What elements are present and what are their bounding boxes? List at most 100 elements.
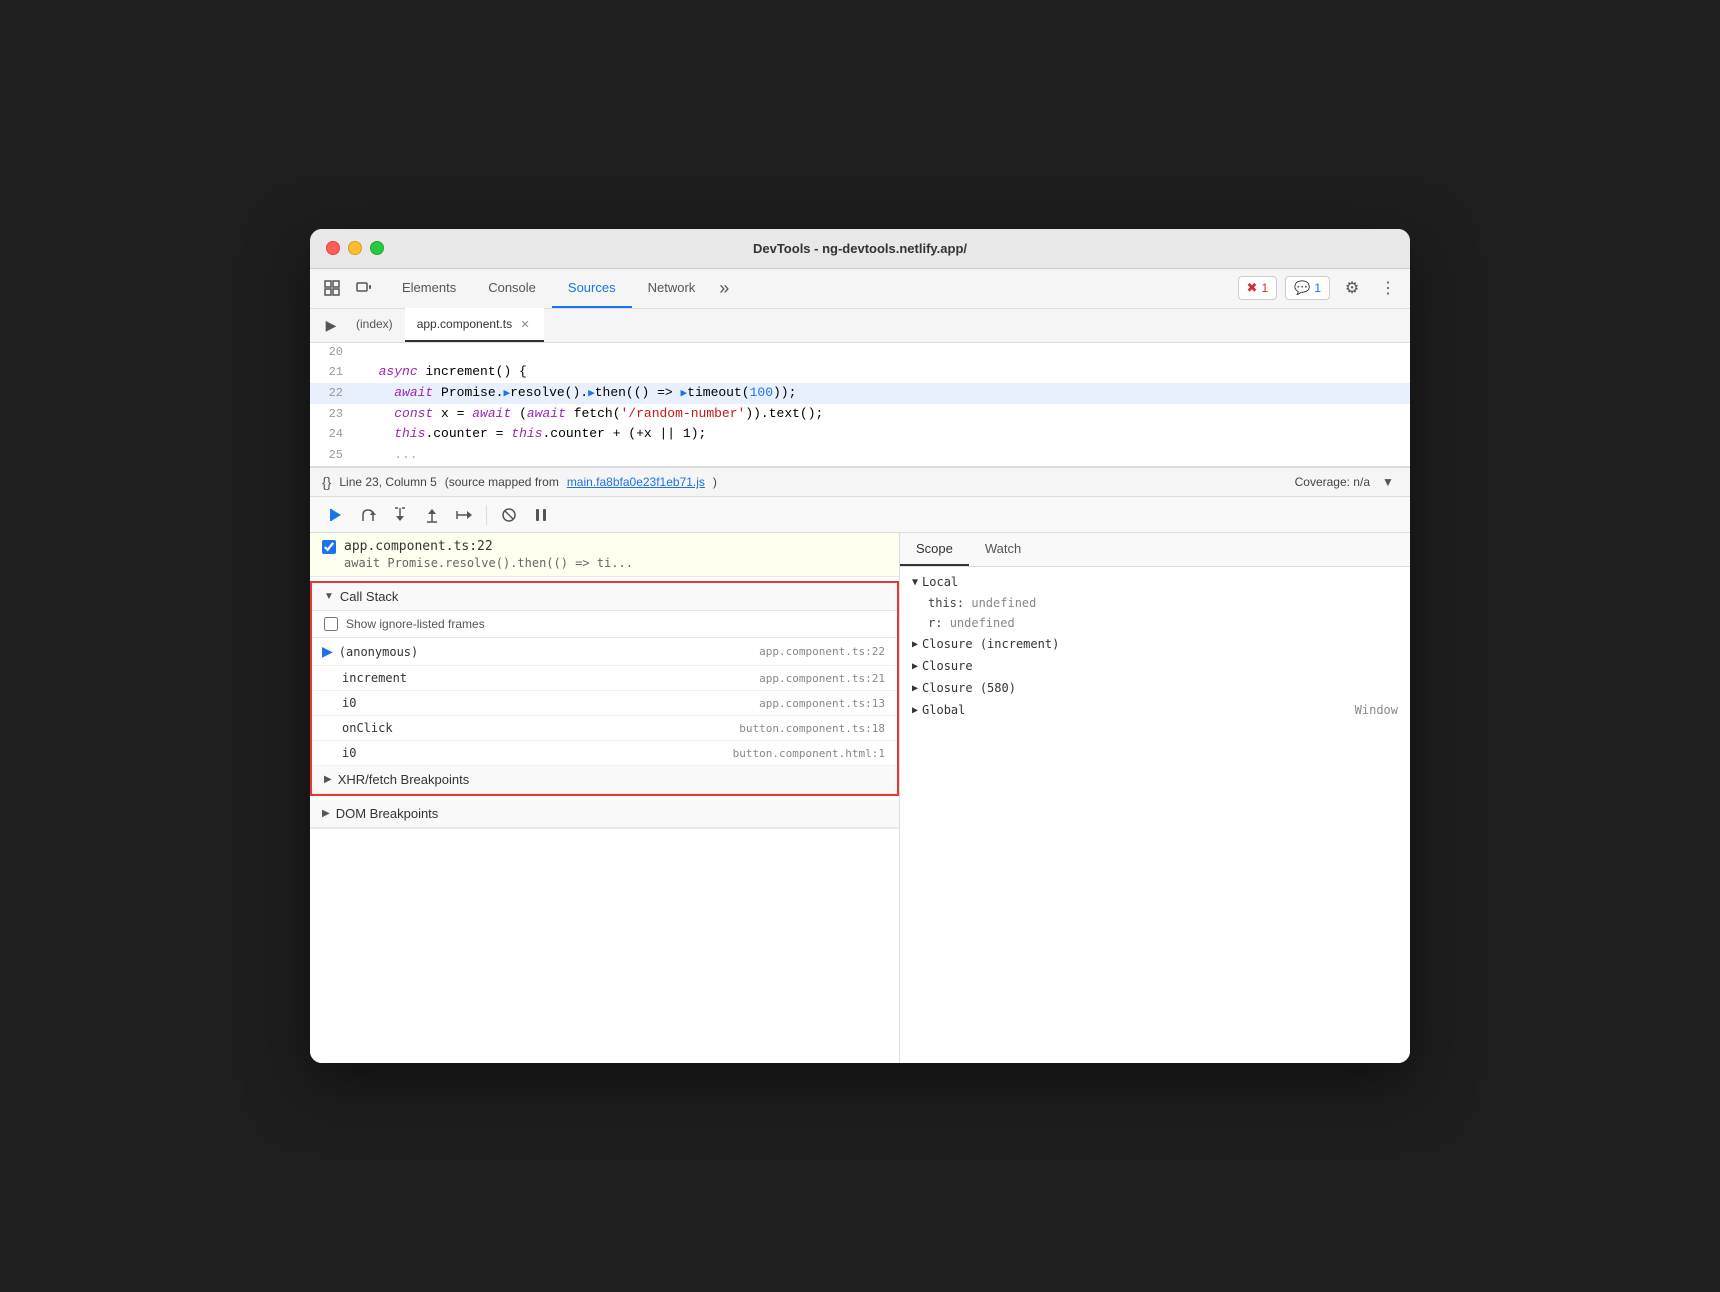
inspector-icon[interactable]	[318, 274, 346, 302]
step-button[interactable]	[450, 501, 478, 529]
tab-watch[interactable]: Watch	[969, 533, 1037, 566]
tab-console[interactable]: Console	[472, 268, 552, 308]
source-map-prefix: (source mapped from	[445, 475, 559, 489]
tab-network[interactable]: Network	[632, 268, 712, 308]
deactivate-breakpoints-button[interactable]	[495, 501, 523, 529]
triangle-icon: ▼	[324, 591, 334, 602]
tab-elements[interactable]: Elements	[386, 268, 472, 308]
call-stack-item-anonymous[interactable]: ▶ (anonymous) app.component.ts:22	[312, 638, 897, 666]
local-triangle-icon: ▼	[912, 577, 918, 588]
active-arrow-icon: ▶	[322, 643, 333, 660]
close-tab-button[interactable]: ✕	[518, 317, 532, 331]
scope-item-r: r: undefined	[900, 613, 1410, 633]
call-stack-item-increment[interactable]: increment app.component.ts:21	[312, 666, 897, 691]
breakpoint-checkbox[interactable]	[322, 540, 336, 554]
coverage-text: Coverage: n/a	[1295, 475, 1370, 489]
local-label: Local	[922, 575, 958, 589]
window-title: DevTools - ng-devtools.netlify.app/	[753, 241, 967, 256]
error-count: 1	[1261, 281, 1268, 295]
traffic-lights	[326, 241, 384, 255]
local-scope-header[interactable]: ▼ Local	[900, 571, 1410, 593]
source-map-link[interactable]: main.fa8bfa0e23f1eb71.js	[567, 475, 705, 489]
tab-sources[interactable]: Sources	[552, 268, 632, 308]
breakpoint-code: await Promise.resolve().then(() => ti...	[344, 556, 887, 570]
settings-button[interactable]: ⚙	[1338, 274, 1366, 302]
source-map-suffix: )	[713, 475, 717, 489]
closure-label: Closure	[922, 659, 973, 673]
status-bar: {} Line 23, Column 5 (source mapped from…	[310, 467, 1410, 497]
closure-increment-header[interactable]: ▶ Closure (increment)	[900, 633, 1410, 655]
breakpoint-item: app.component.ts:22 await Promise.resolv…	[310, 533, 899, 577]
bottom-panel: app.component.ts:22 await Promise.resolv…	[310, 533, 1410, 1063]
dom-breakpoints-section: ▶ DOM Breakpoints	[310, 800, 899, 829]
status-right: Coverage: n/a ▼	[1295, 472, 1398, 492]
minimize-button[interactable]	[348, 241, 362, 255]
tabs-right-actions: ✖ 1 💬 1 ⚙ ⋮	[1238, 274, 1402, 302]
scope-content: ▼ Local this: undefined r: undefined	[900, 567, 1410, 1063]
more-tabs-button[interactable]: »	[711, 278, 737, 299]
chat-icon: 💬	[1294, 280, 1310, 296]
error-icon: ✖	[1247, 280, 1258, 296]
status-dropdown[interactable]: ▼	[1378, 472, 1398, 492]
step-out-button[interactable]	[418, 501, 446, 529]
code-editor[interactable]: 20 21 async increment() { 22 await Promi…	[310, 343, 1410, 467]
dom-triangle-icon: ▶	[322, 808, 330, 819]
call-stack-item-i0-2[interactable]: i0 button.component.html:1	[312, 741, 897, 766]
separator-1	[486, 505, 487, 525]
close-button[interactable]	[326, 241, 340, 255]
closure-580-header[interactable]: ▶ Closure (580)	[900, 677, 1410, 699]
closure-triangle-3: ▶	[912, 683, 918, 694]
step-over-button[interactable]	[354, 501, 382, 529]
left-panel: app.component.ts:22 await Promise.resolv…	[310, 533, 900, 1063]
closure-header[interactable]: ▶ Closure	[900, 655, 1410, 677]
global-label: Global	[922, 703, 965, 717]
navigator-toggle[interactable]: ▶	[318, 312, 344, 338]
code-line-23: 23 const x = await (await fetch('/random…	[310, 404, 1410, 425]
xhr-breakpoints-label: XHR/fetch Breakpoints	[338, 772, 470, 787]
more-options-button[interactable]: ⋮	[1374, 274, 1402, 302]
closure-increment-label: Closure (increment)	[922, 637, 1059, 651]
file-tab-index[interactable]: (index)	[344, 308, 405, 342]
device-icon[interactable]	[350, 274, 378, 302]
scope-item-this: this: undefined	[900, 593, 1410, 613]
breakpoint-title: app.component.ts:22	[344, 539, 493, 554]
step-into-button[interactable]	[386, 501, 414, 529]
closure-triangle-2: ▶	[912, 661, 918, 672]
ignore-frames-row: Show ignore-listed frames	[312, 611, 897, 638]
dom-breakpoints-header[interactable]: ▶ DOM Breakpoints	[310, 800, 899, 828]
closure-triangle-1: ▶	[912, 639, 918, 650]
call-stack-item-onclick[interactable]: onClick button.component.ts:18	[312, 716, 897, 741]
global-scope-header[interactable]: ▶ Global Window	[900, 699, 1410, 721]
call-stack-header[interactable]: ▼ Call Stack	[312, 583, 897, 611]
scope-tabs: Scope Watch	[900, 533, 1410, 567]
debug-toolbar	[310, 497, 1410, 533]
call-stack-item-i0-1[interactable]: i0 app.component.ts:13	[312, 691, 897, 716]
xhr-breakpoints-header[interactable]: ▶ XHR/fetch Breakpoints	[312, 766, 897, 794]
main-tabs-bar: Elements Console Sources Network » ✖ 1 💬…	[310, 269, 1410, 309]
global-triangle-icon: ▶	[912, 705, 918, 716]
tab-scope[interactable]: Scope	[900, 533, 969, 566]
code-line-22: 22 await Promise.▶resolve().▶then(() => …	[310, 383, 1410, 404]
ignore-frames-checkbox[interactable]	[324, 617, 338, 631]
info-count: 1	[1314, 281, 1321, 295]
file-tab-component[interactable]: app.component.ts ✕	[405, 308, 544, 342]
pause-on-exceptions-button[interactable]	[527, 501, 555, 529]
maximize-button[interactable]	[370, 241, 384, 255]
ignore-frames-label: Show ignore-listed frames	[346, 617, 485, 631]
collapsed-triangle-icon: ▶	[324, 774, 332, 785]
right-panel: Scope Watch ▼ Local this:	[900, 533, 1410, 1063]
dom-breakpoints-label: DOM Breakpoints	[336, 806, 439, 821]
error-badge-button[interactable]: ✖ 1	[1238, 276, 1278, 300]
info-badge-button[interactable]: 💬 1	[1285, 276, 1330, 300]
resume-button[interactable]	[322, 501, 350, 529]
highlighted-section: ▼ Call Stack Show ignore-listed frames ▶…	[310, 581, 899, 796]
format-icon[interactable]: {}	[322, 474, 331, 490]
code-line-25: 25 ...	[310, 445, 1410, 466]
file-tabs-row: ▶ (index) app.component.ts ✕	[310, 309, 1410, 343]
code-line-20: 20	[310, 343, 1410, 362]
devtools-window: DevTools - ng-devtools.netlify.app/ Elem…	[310, 229, 1410, 1063]
call-stack-label: Call Stack	[340, 589, 399, 604]
code-line-21: 21 async increment() {	[310, 362, 1410, 383]
closure-580-label: Closure (580)	[922, 681, 1016, 695]
titlebar: DevTools - ng-devtools.netlify.app/	[310, 229, 1410, 269]
